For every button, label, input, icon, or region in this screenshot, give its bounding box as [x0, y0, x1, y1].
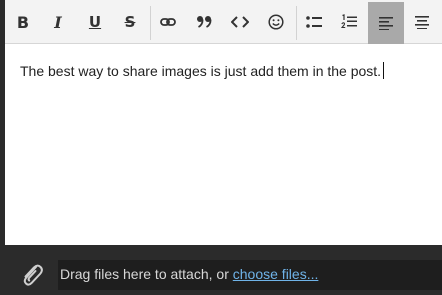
paperclip-icon[interactable]: [18, 261, 46, 289]
editor-text: The best way to share images is just add…: [20, 63, 382, 79]
editor-content[interactable]: The best way to share images is just add…: [20, 62, 385, 79]
attachment-text: Drag files here to attach, or: [60, 266, 233, 282]
code-icon: [231, 16, 249, 28]
editor: B I U S The best way to share images is …: [5, 0, 442, 245]
align-center-icon: [415, 16, 429, 29]
quote-button[interactable]: [188, 6, 220, 38]
strikethrough-button[interactable]: S: [114, 6, 146, 38]
link-icon: [160, 18, 176, 26]
numbered-list-button[interactable]: [333, 6, 365, 38]
align-left-icon: [379, 17, 393, 30]
underline-icon: U: [88, 13, 102, 31]
smiley-icon: [268, 14, 284, 30]
quote-icon: [197, 16, 212, 28]
strikethrough-icon: S: [124, 13, 136, 31]
numbered-list-icon: [341, 14, 357, 29]
attachment-instructions: Drag files here to attach, or choose fil…: [60, 266, 318, 282]
bullet-list-button[interactable]: [298, 6, 330, 38]
italic-button[interactable]: I: [42, 6, 74, 38]
bullet-list-icon: [306, 16, 322, 28]
choose-files-link[interactable]: choose files...: [233, 266, 319, 282]
link-button[interactable]: [152, 6, 184, 38]
attachment-bar[interactable]: Drag files here to attach, or choose fil…: [0, 245, 442, 295]
bold-button[interactable]: B: [7, 6, 39, 38]
text-caret: [383, 62, 385, 79]
align-center-button[interactable]: [406, 6, 438, 38]
toolbar-separator: [150, 6, 151, 40]
emoji-button[interactable]: [260, 6, 292, 38]
align-left-button[interactable]: [368, 2, 404, 44]
formatting-toolbar: B I U S: [5, 0, 442, 44]
toolbar-separator: [296, 6, 297, 40]
underline-button[interactable]: U: [79, 6, 111, 38]
code-button[interactable]: [224, 6, 256, 38]
bold-icon: B: [16, 12, 30, 32]
italic-icon: I: [54, 12, 62, 32]
